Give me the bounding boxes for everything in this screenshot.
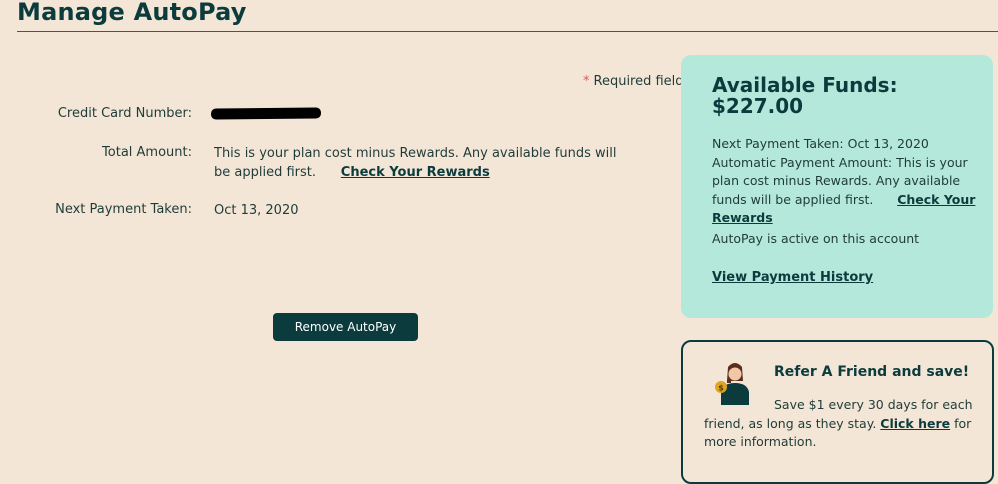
funds-details: Next Payment Taken: Oct 13, 2020 Automat… [712,135,977,228]
next-payment-label: Next Payment Taken: [55,202,192,217]
remove-autopay-button[interactable]: Remove AutoPay [273,313,418,341]
next-payment-value: Oct 13, 2020 [214,203,299,218]
required-text: Required fields [593,74,691,89]
page-title: Manage AutoPay [17,0,247,26]
refer-text: Save $1 every 30 days for each friend, a… [704,396,979,452]
check-rewards-link[interactable]: Check Your Rewards [341,165,490,180]
title-divider [17,31,998,32]
refer-title: Refer A Friend and save! [774,364,970,380]
view-payment-history-link[interactable]: View Payment History [712,270,873,285]
required-star: * [583,74,590,89]
autopay-active-status: AutoPay is active on this account [712,231,920,246]
funds-auto-amount: Automatic Payment Amount: This is your p… [712,154,977,228]
refer-click-here-link[interactable]: Click here [880,416,950,431]
refer-friend-card: $ Refer A Friend and save! Save $1 every… [681,340,994,484]
available-funds-title: Available Funds: $227.00 [712,75,898,117]
credit-card-label: Credit Card Number: [57,106,192,121]
total-amount-label: Total Amount: [102,145,192,160]
available-funds-heading: Available Funds: [712,73,898,97]
required-fields-note: * Required fields [583,74,690,89]
funds-next-payment: Next Payment Taken: Oct 13, 2020 [712,136,929,151]
total-amount-value: This is your plan cost minus Rewards. An… [214,144,634,182]
redacted-card-number [210,107,322,120]
coin-symbol: $ [718,384,724,393]
available-funds-amount: $227.00 [712,94,804,118]
available-funds-panel: Available Funds: $227.00 Next Payment Ta… [681,55,993,318]
